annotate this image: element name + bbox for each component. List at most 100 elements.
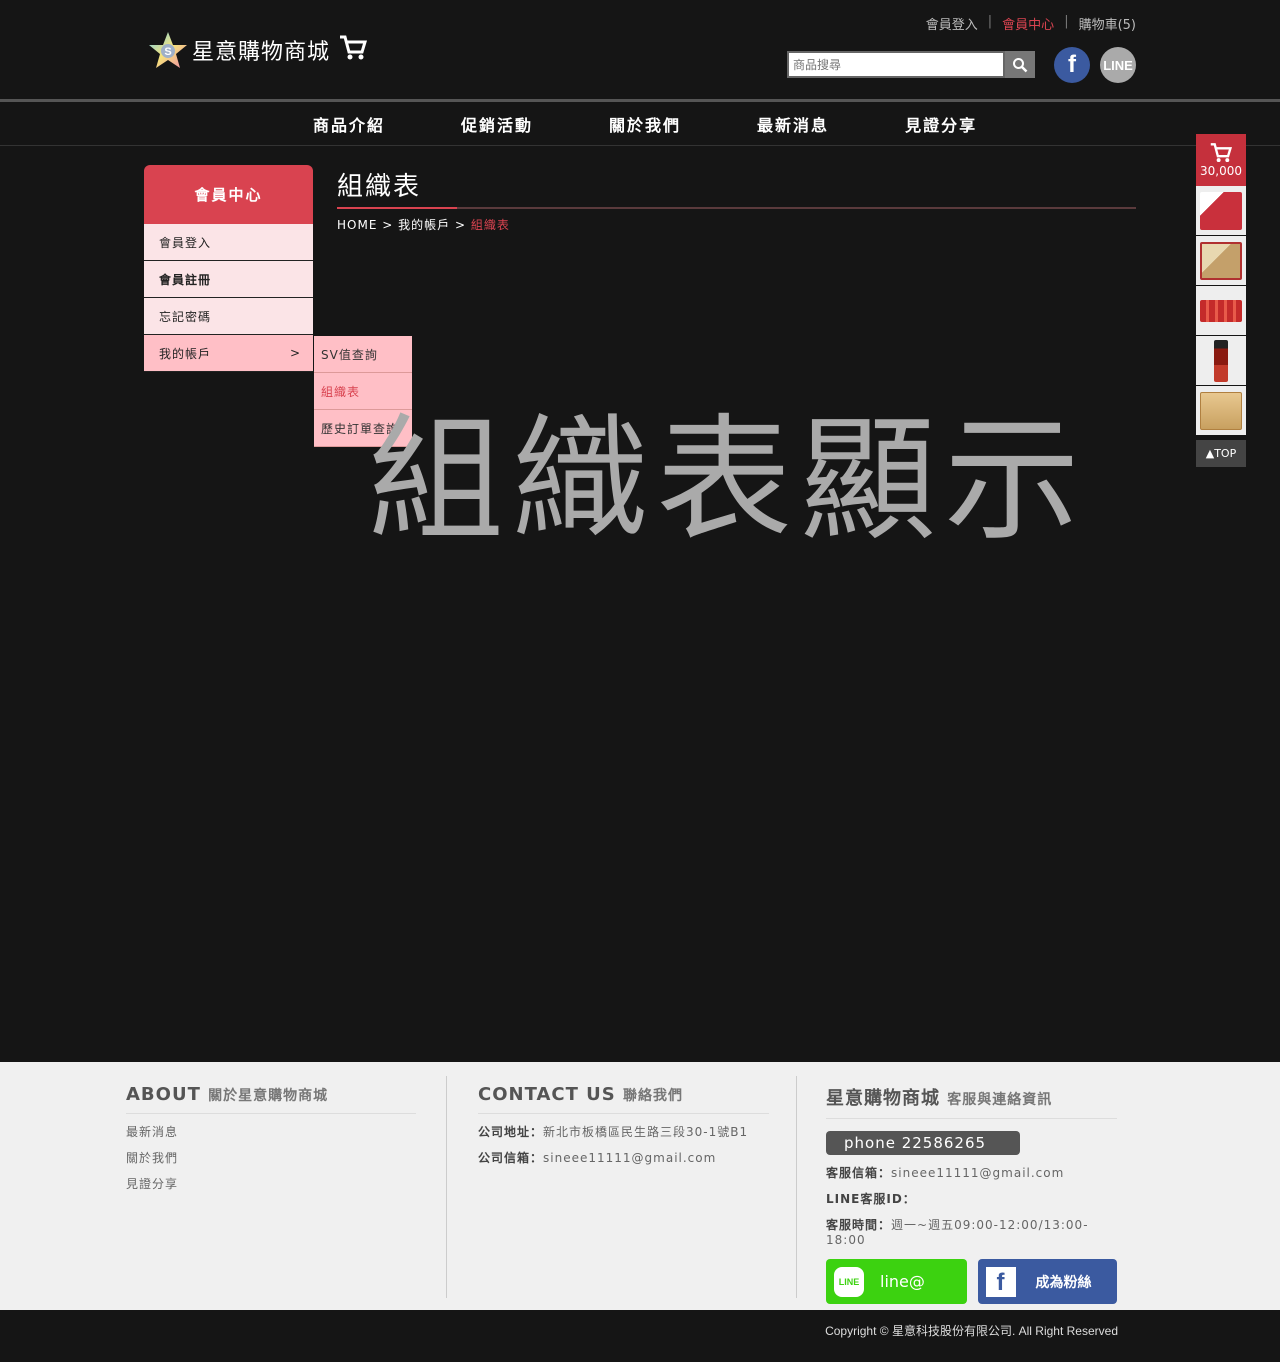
svg-text:S: S <box>164 46 171 58</box>
breadcrumb-home[interactable]: HOME <box>337 218 377 232</box>
site-logo[interactable]: S 星意購物商城 <box>148 30 368 70</box>
org-chart-placeholder: 組織表顯示 <box>368 402 1088 560</box>
email-value[interactable]: sineee11111@gmail.com <box>543 1151 716 1165</box>
service-line-id: LINE客服ID： <box>826 1190 1117 1207</box>
chevron-right-icon: > <box>289 346 301 360</box>
company-email: 公司信箱：sineee11111@gmail.com <box>478 1149 769 1166</box>
footer-contact-heading: CONTACT US 聯絡我們 <box>478 1084 769 1114</box>
product-image <box>1200 299 1242 322</box>
cart-link[interactable]: 購物車(5) <box>1079 14 1136 33</box>
recent-product-thumbnail[interactable] <box>1196 286 1246 336</box>
footer-contact-subtitle: 聯絡我們 <box>623 1088 684 1104</box>
footer-divider <box>446 1076 447 1298</box>
line-id-label: LINE客服ID： <box>826 1192 916 1206</box>
member-center-link[interactable]: 會員中心 <box>1002 14 1054 33</box>
breadcrumb-current: 組織表 <box>470 218 510 232</box>
footer-service-subtitle: 客服與連絡資訊 <box>947 1092 1053 1108</box>
nav-item-promotions[interactable]: 促銷活動 <box>461 112 533 136</box>
copyright-text: Copyright © 星意科技股份有限公司. All Right Reserv… <box>825 1324 1118 1338</box>
login-link[interactable]: 會員登入 <box>926 14 978 33</box>
line-icon[interactable]: LINE <box>1100 47 1136 83</box>
sidebar-item-login[interactable]: 會員登入 <box>144 224 313 261</box>
separator: | <box>1064 14 1069 29</box>
nav-item-about[interactable]: 關於我們 <box>609 112 681 136</box>
footer-link-testimonials[interactable]: 見證分享 <box>126 1175 416 1192</box>
email-label: 公司信箱： <box>478 1151 544 1165</box>
sidebar-item-my-account[interactable]: 我的帳戶 > <box>144 335 313 372</box>
service-email: 客服信箱：sineee11111@gmail.com <box>826 1164 1117 1181</box>
service-email-value[interactable]: sineee11111@gmail.com <box>891 1166 1064 1180</box>
service-email-label: 客服信箱： <box>826 1166 892 1180</box>
recent-product-thumbnail[interactable] <box>1196 236 1246 286</box>
facebook-icon[interactable]: f <box>1054 47 1090 83</box>
logo-text: 星意購物商城 <box>192 40 331 65</box>
copyright-bar: Copyright © 星意科技股份有限公司. All Right Reserv… <box>0 1310 1280 1362</box>
site-header: S 星意購物商城 會員登入 | 會員中心 | 購物車(5) f LINE <box>0 0 1280 100</box>
address-label: 公司地址： <box>478 1125 544 1139</box>
company-address: 公司地址：新北市板橋區民生路三段30-1號B1 <box>478 1123 769 1140</box>
line-button-label: line@ <box>880 1272 925 1291</box>
shopping-cart-icon <box>338 34 368 66</box>
recent-product-thumbnail[interactable] <box>1196 186 1246 236</box>
facebook-icon: f <box>985 1266 1016 1297</box>
main-nav: 商品介紹 促銷活動 關於我們 最新消息 見證分享 <box>0 99 1280 146</box>
back-to-top-button[interactable]: ▲TOP <box>1196 440 1246 467</box>
search-bar <box>787 51 1035 78</box>
footer-about-subtitle: 關於星意購物商城 <box>208 1088 329 1104</box>
social-buttons: LINE line@ f 成為粉絲 <box>826 1259 1117 1304</box>
search-button[interactable] <box>1005 51 1035 78</box>
recent-product-thumbnail[interactable] <box>1196 386 1246 436</box>
breadcrumb-separator: > <box>454 218 467 232</box>
sidebar-item-label: 忘記密碼 <box>159 309 212 324</box>
footer-service-title: 星意購物商城 <box>826 1088 940 1109</box>
facebook-fan-button[interactable]: f 成為粉絲 <box>977 1259 1117 1304</box>
sidebar-item-register[interactable]: 會員註冊 <box>144 261 313 298</box>
breadcrumb-account[interactable]: 我的帳戶 <box>398 218 450 232</box>
nav-item-news[interactable]: 最新消息 <box>757 112 829 136</box>
title-divider-accent <box>337 207 457 209</box>
search-input[interactable] <box>787 51 1005 78</box>
hours-label: 客服時間： <box>826 1218 892 1232</box>
breadcrumb: HOME > 我的帳戶 > 組織表 <box>337 216 510 233</box>
top-links: 會員登入 | 會員中心 | 購物車(5) <box>926 14 1136 33</box>
service-hours: 客服時間：週一~週五09:00-12:00/13:00-18:00 <box>826 1216 1117 1247</box>
line-icon: LINE <box>834 1266 864 1297</box>
floating-panel: 30,000 ▲TOP <box>1196 134 1246 467</box>
recent-product-thumbnail[interactable] <box>1196 336 1246 386</box>
footer-service: 星意購物商城 客服與連絡資訊 phone 22586265 客服信箱：sinee… <box>826 1084 1117 1304</box>
footer-link-news[interactable]: 最新消息 <box>126 1123 416 1140</box>
product-image <box>1200 241 1242 280</box>
sidebar-item-forgot-password[interactable]: 忘記密碼 <box>144 298 313 335</box>
footer-contact-title: CONTACT US <box>478 1084 616 1105</box>
site-footer: ABOUT 關於星意購物商城 最新消息 關於我們 見證分享 CONTACT US… <box>0 1062 1280 1310</box>
footer-link-about[interactable]: 關於我們 <box>126 1149 416 1166</box>
cart-total: 30,000 <box>1200 164 1242 178</box>
footer-contact: CONTACT US 聯絡我們 公司地址：新北市板橋區民生路三段30-1號B1 … <box>478 1084 769 1166</box>
line-add-button[interactable]: LINE line@ <box>826 1259 967 1304</box>
sidebar-title: 會員中心 <box>144 165 313 224</box>
address-value: 新北市板橋區民生路三段30-1號B1 <box>543 1125 749 1139</box>
nav-item-testimonials[interactable]: 見證分享 <box>905 112 977 136</box>
search-icon <box>1013 57 1028 72</box>
footer-about: ABOUT 關於星意購物商城 最新消息 關於我們 見證分享 <box>126 1084 416 1192</box>
phone-badge: phone 22586265 <box>826 1131 1020 1155</box>
footer-about-heading: ABOUT 關於星意購物商城 <box>126 1084 416 1114</box>
footer-about-title: ABOUT <box>126 1084 201 1105</box>
star-logo-icon: S <box>148 30 188 70</box>
footer-divider <box>796 1076 797 1298</box>
sidebar-item-label: 會員登入 <box>159 235 212 250</box>
sidebar-item-label: 我的帳戶 <box>159 346 212 361</box>
nav-item-products[interactable]: 商品介紹 <box>313 112 385 136</box>
fb-button-label: 成為粉絲 <box>1035 1274 1092 1291</box>
footer-service-heading: 星意購物商城 客服與連絡資訊 <box>826 1084 1117 1119</box>
sidebar-item-label: 會員註冊 <box>159 272 212 287</box>
product-image <box>1214 339 1228 382</box>
floating-cart[interactable]: 30,000 <box>1196 134 1246 186</box>
submenu-item-sv-query[interactable]: SV值查詢 <box>314 336 412 373</box>
breadcrumb-separator: > <box>382 218 394 232</box>
page-title: 組織表 <box>337 172 422 202</box>
separator: | <box>987 14 993 29</box>
member-sidebar: 會員中心 會員登入 會員註冊 忘記密碼 我的帳戶 > <box>144 165 313 372</box>
shopping-cart-icon <box>1210 143 1233 163</box>
product-image <box>1200 191 1242 230</box>
